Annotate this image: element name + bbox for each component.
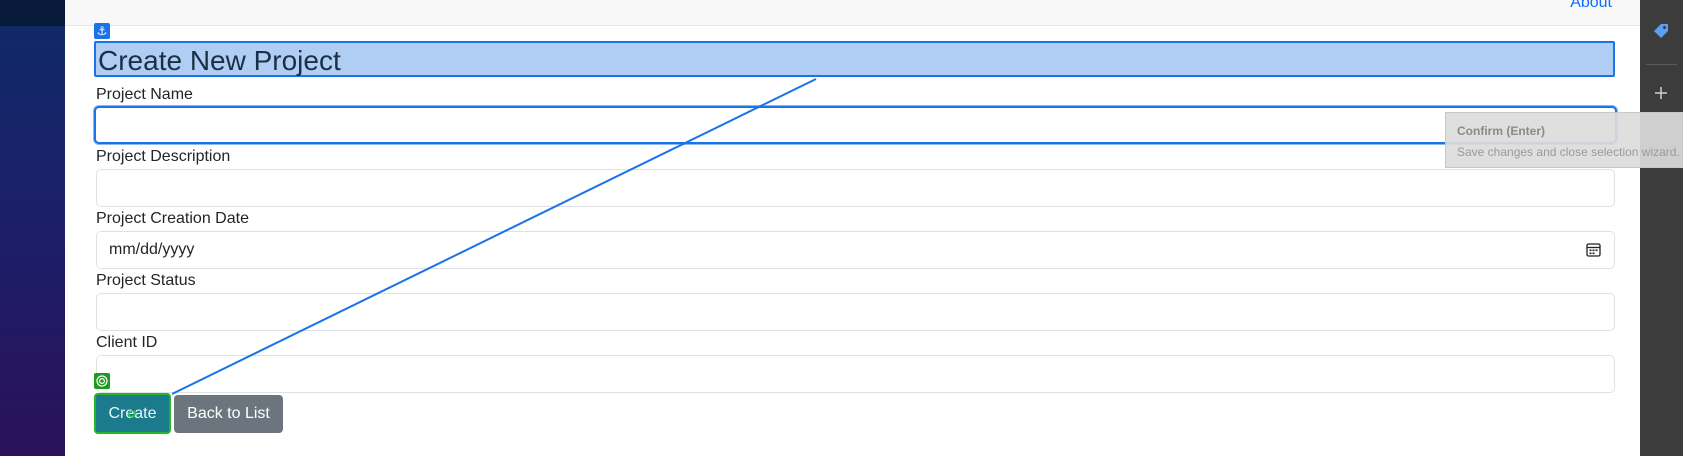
tooltip-description: Save changes and close selection wizard. <box>1457 145 1680 159</box>
project-description-input[interactable] <box>96 169 1615 207</box>
top-navbar: About <box>65 0 1640 26</box>
client-id-input[interactable] <box>96 355 1615 393</box>
project-status-label: Project Status <box>96 272 196 289</box>
confirm-tooltip: Confirm (Enter) Save changes and close s… <box>1445 112 1683 168</box>
page-title: Create New Project <box>98 45 341 76</box>
anchor-icon: ⚓ <box>94 23 110 39</box>
calendar-icon[interactable] <box>1586 242 1601 262</box>
tag-icon[interactable] <box>1650 20 1672 42</box>
target-icon <box>94 373 110 389</box>
project-creation-date-input[interactable]: mm/dd/yyyy <box>96 231 1615 269</box>
back-to-list-button[interactable]: Back to List <box>174 395 283 433</box>
plus-icon[interactable] <box>1650 82 1672 104</box>
date-placeholder: mm/dd/yyyy <box>109 241 195 258</box>
create-button[interactable]: Create <box>94 393 171 434</box>
client-id-label: Client ID <box>96 334 158 351</box>
project-creation-date-label: Project Creation Date <box>96 210 249 227</box>
tooltip-title: Confirm (Enter) <box>1457 124 1545 138</box>
page-title-selection: Create New Project <box>94 41 1615 77</box>
project-status-input[interactable] <box>96 293 1615 331</box>
panel-divider <box>1646 64 1677 65</box>
desktop-background <box>0 0 65 456</box>
project-description-label: Project Description <box>96 148 231 165</box>
project-name-label: Project Name <box>96 86 193 103</box>
about-link[interactable]: About <box>1570 0 1612 12</box>
extension-side-panel <box>1640 0 1683 456</box>
desktop-background-top <box>0 0 65 26</box>
project-name-input[interactable] <box>94 106 1617 144</box>
